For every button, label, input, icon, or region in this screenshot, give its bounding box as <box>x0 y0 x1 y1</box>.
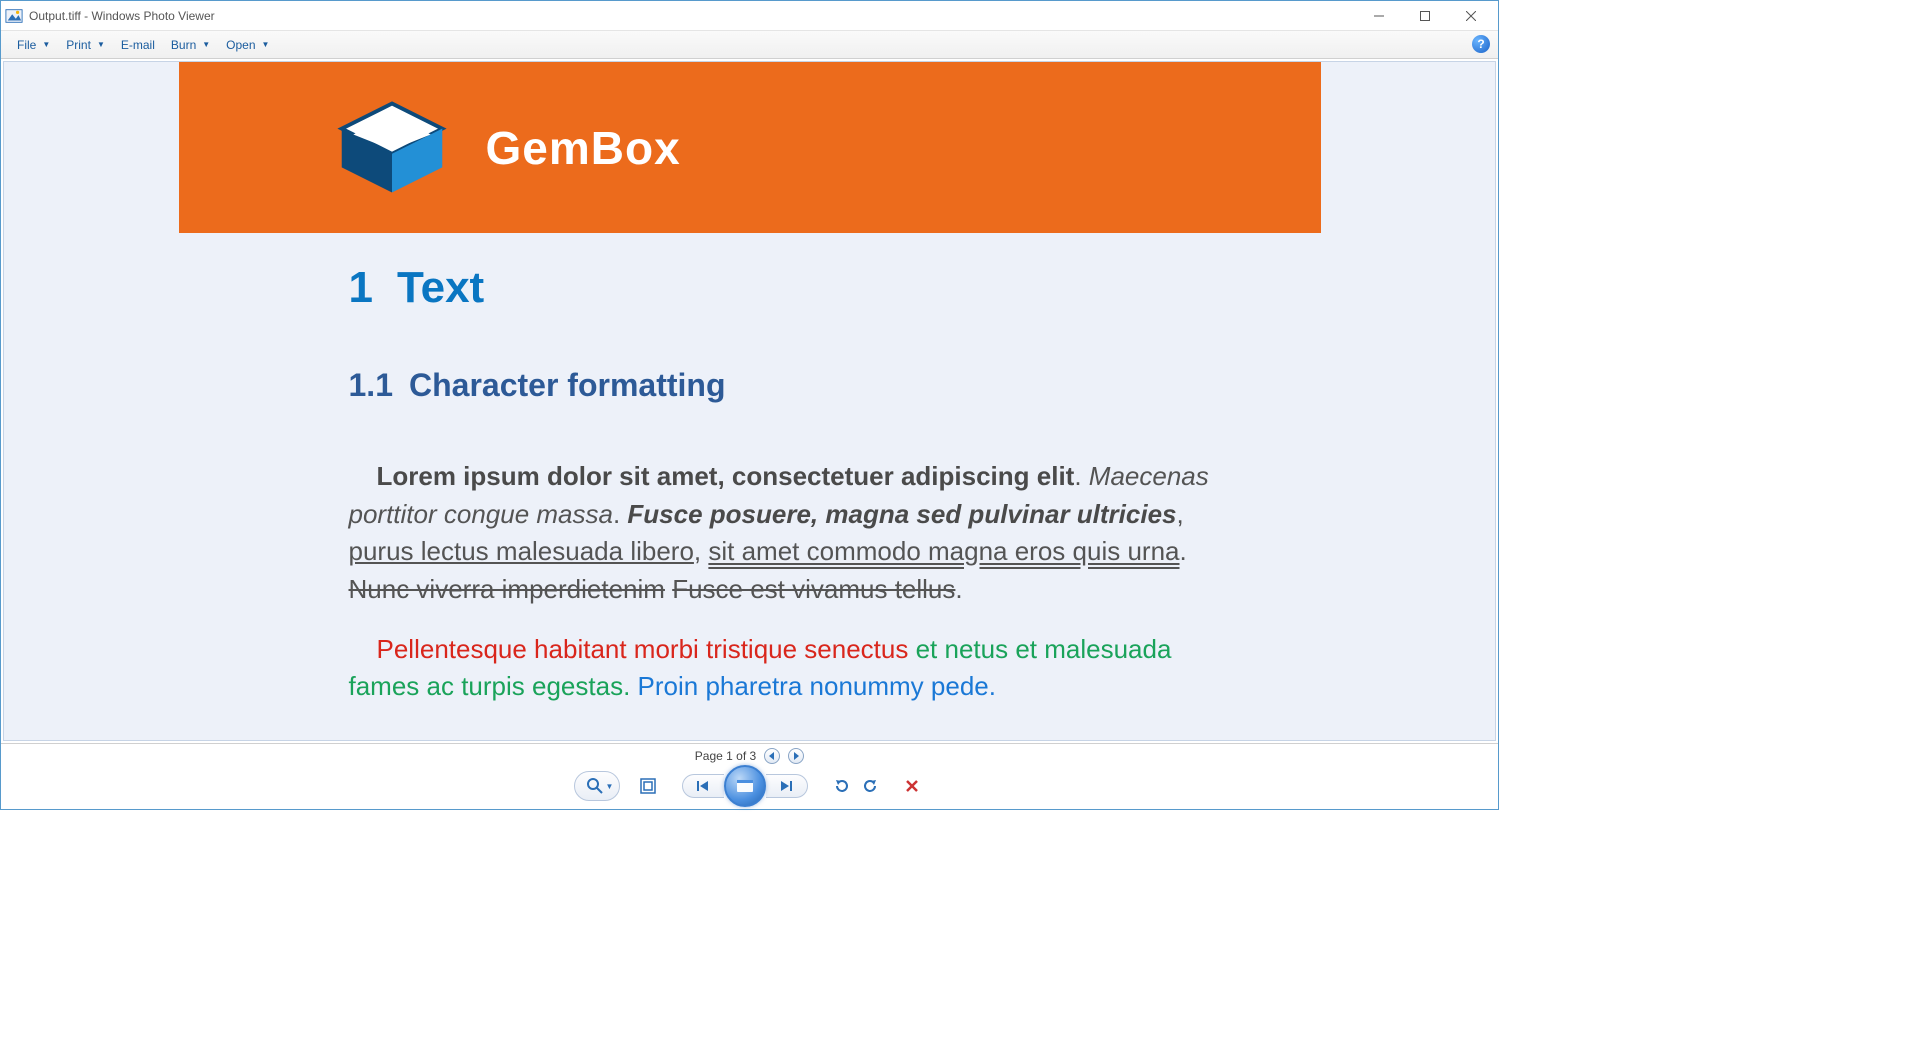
close-icon <box>1466 11 1476 21</box>
h1-text: Text <box>397 263 484 313</box>
menu-burn[interactable]: Burn ▼ <box>163 34 218 56</box>
chevron-down-icon: ▼ <box>97 40 105 49</box>
chevron-down-icon: ▼ <box>42 40 50 49</box>
rotate-cw-icon <box>861 777 879 795</box>
p1-double-underline: sit amet commodo magna eros quis urna <box>708 536 1179 566</box>
minimize-icon <box>1374 11 1384 21</box>
viewer-area: GemBox 1 Text 1.1 Character formatting L… <box>3 61 1496 741</box>
chevron-down-icon: ▼ <box>262 40 270 49</box>
paragraph-1: Lorem ipsum dolor sit amet, consectetuer… <box>349 458 1241 609</box>
triangle-left-icon <box>768 752 776 760</box>
document-header: GemBox <box>179 62 1321 233</box>
zoom-button[interactable]: ▼ <box>585 773 615 799</box>
menu-file-label: File <box>17 38 36 52</box>
rotate-ccw-icon <box>833 777 851 795</box>
heading-1: 1 Text <box>349 263 1241 313</box>
status-bar: Page 1 of 3 <box>1 743 1498 767</box>
app-icon <box>5 7 23 25</box>
menu-print[interactable]: Print ▼ <box>58 34 113 56</box>
h2-number: 1.1 <box>349 367 393 404</box>
p1-strike-2: Fusce est vivamus tellus <box>672 574 955 604</box>
document-body: 1 Text 1.1 Character formatting Lorem ip… <box>179 233 1321 706</box>
paragraph-2: Pellentesque habitant morbi tristique se… <box>349 631 1241 706</box>
brand-name: GemBox <box>486 121 681 175</box>
skip-next-icon <box>779 780 793 792</box>
titlebar: Output.tiff - Windows Photo Viewer <box>1 1 1498 31</box>
fit-window-icon <box>639 777 657 795</box>
menu-file[interactable]: File ▼ <box>9 34 58 56</box>
p1-bolditalic: Fusce posuere, magna sed pulvinar ultric… <box>627 499 1176 529</box>
p1-bold: Lorem ipsum dolor sit amet, consectetuer… <box>377 461 1075 491</box>
minimize-button[interactable] <box>1356 1 1402 31</box>
help-icon: ? <box>1477 37 1484 51</box>
window-title: Output.tiff - Windows Photo Viewer <box>29 9 215 23</box>
prev-page-button[interactable] <box>764 748 780 764</box>
page-indicator: Page 1 of 3 <box>695 749 756 763</box>
previous-image-button[interactable] <box>682 774 724 798</box>
slideshow-button[interactable] <box>724 765 766 807</box>
skip-prev-icon <box>696 780 710 792</box>
document-page: GemBox 1 Text 1.1 Character formatting L… <box>179 62 1321 740</box>
fit-window-button[interactable] <box>634 772 662 800</box>
gembox-logo-icon <box>334 98 450 198</box>
maximize-button[interactable] <box>1402 1 1448 31</box>
slideshow-icon <box>735 778 755 794</box>
help-button[interactable]: ? <box>1472 35 1490 53</box>
maximize-icon <box>1420 11 1430 21</box>
menu-open[interactable]: Open ▼ <box>218 34 277 56</box>
close-button[interactable] <box>1448 1 1494 31</box>
delete-button[interactable] <box>898 772 926 800</box>
triangle-right-icon <box>792 752 800 760</box>
delete-x-icon <box>905 779 919 793</box>
menu-open-label: Open <box>226 38 255 52</box>
h1-number: 1 <box>349 263 373 313</box>
h2-text: Character formatting <box>409 367 726 404</box>
heading-2: 1.1 Character formatting <box>349 367 1241 404</box>
bottom-toolbar: ▼ <box>1 767 1498 809</box>
rotate-cw-button[interactable] <box>856 772 884 800</box>
nav-group <box>682 765 808 807</box>
p2-red: Pellentesque habitant morbi tristique se… <box>377 634 909 664</box>
menubar: File ▼ Print ▼ E-mail Burn ▼ Open ▼ ? <box>1 31 1498 59</box>
chevron-down-icon: ▼ <box>606 782 614 791</box>
menu-email-label: E-mail <box>121 38 155 52</box>
chevron-down-icon: ▼ <box>202 40 210 49</box>
menu-email[interactable]: E-mail <box>113 34 163 56</box>
p2-blue: Proin pharetra nonummy pede. <box>630 671 996 701</box>
rotate-ccw-button[interactable] <box>828 772 856 800</box>
p1-underline: purus lectus malesuada libero <box>349 536 694 566</box>
next-image-button[interactable] <box>766 774 808 798</box>
magnifier-icon <box>586 777 604 795</box>
menu-print-label: Print <box>66 38 91 52</box>
menu-burn-label: Burn <box>171 38 196 52</box>
p1-strike-1: Nunc viverra imperdietenim <box>349 574 665 604</box>
next-page-button[interactable] <box>788 748 804 764</box>
zoom-group: ▼ <box>574 771 620 801</box>
